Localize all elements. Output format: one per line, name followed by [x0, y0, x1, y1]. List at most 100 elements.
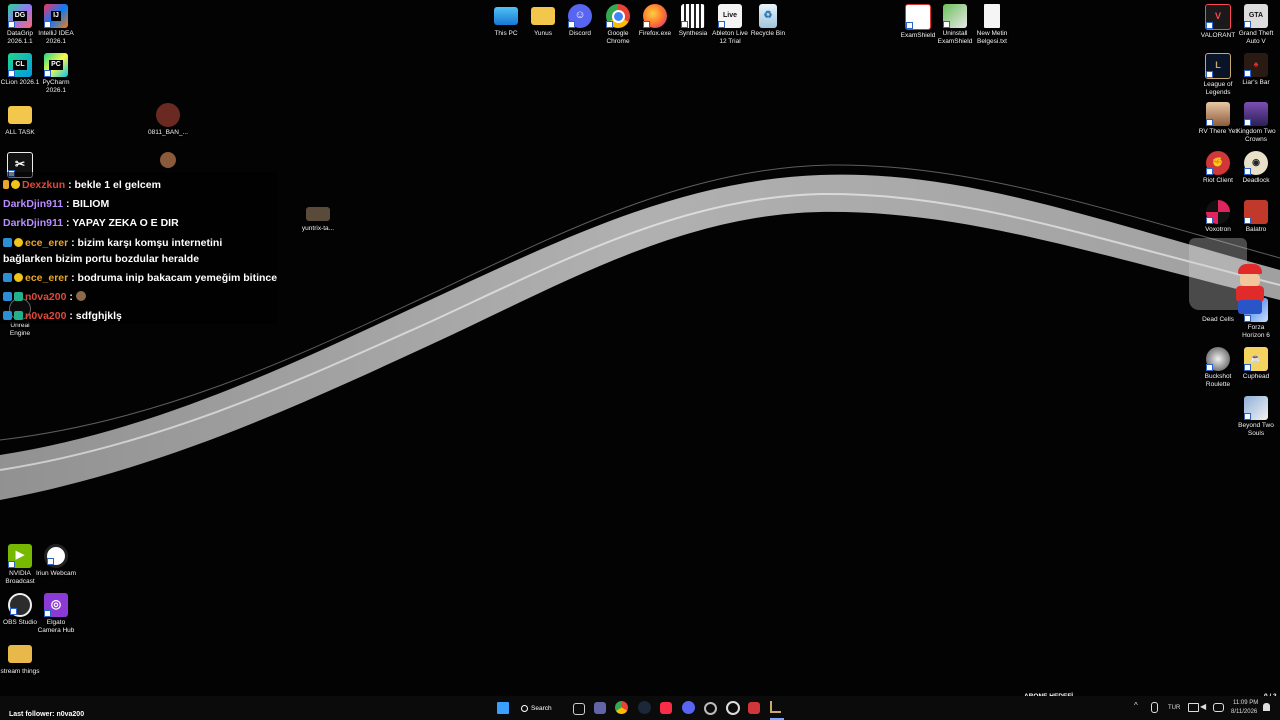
chevron-up-icon[interactable]: ^	[1134, 701, 1142, 710]
discord-taskbar-icon[interactable]	[682, 701, 695, 714]
desktop-icon-riot-client[interactable]: ✊ Riot Client	[1198, 151, 1238, 185]
desktop-icon-cuphead[interactable]: ☕ Cuphead	[1236, 347, 1276, 381]
clock-time[interactable]: 11:09 PM	[1233, 700, 1258, 706]
riot-icon: ✊	[1206, 151, 1230, 175]
desktop-icon-chrome[interactable]: Google Chrome	[598, 4, 638, 45]
desktop-icon-label: Riot Client	[1203, 177, 1233, 184]
task-view-icon[interactable]	[573, 703, 585, 715]
desktop-icon-valorant[interactable]: V VALORANT	[1198, 4, 1238, 40]
desktop-icon-new-metin-belgesi[interactable]: New Metin Belgesi.txt	[972, 4, 1012, 45]
desktop-icon-label: Iriun Webcam	[36, 570, 76, 577]
clion-icon: CL	[8, 53, 32, 77]
desktop-icon-label: Uninstall ExamShield	[937, 30, 973, 45]
desktop-icon-deadlock[interactable]: ◉ Deadlock	[1236, 151, 1276, 185]
desktop-icon-stream-things[interactable]: stream things	[0, 642, 40, 676]
desktop-icon-this-pc[interactable]: This PC	[486, 4, 526, 38]
desktop-icon-label: Google Chrome	[606, 30, 630, 45]
language-indicator[interactable]: TUR	[1168, 705, 1180, 711]
desktop-icon-kingdom[interactable]: Kingdom Two Crowns	[1236, 102, 1276, 143]
desktop-icon-synthesia[interactable]: Synthesia	[673, 4, 713, 38]
desktop-icon-label: PyCharm 2026.1	[42, 79, 70, 94]
obs-taskbar-icon[interactable]	[726, 701, 740, 715]
desktop-icon-label: ExamShield	[900, 32, 936, 39]
desktop-icon-label: 0811_BAN_...	[148, 129, 188, 136]
chat-username: DarkDjin911	[3, 217, 64, 229]
desktop-icon-label: NVIDIA Broadcast	[5, 570, 35, 585]
desktop-icon-iriun[interactable]: Iriun Webcam	[36, 544, 76, 578]
clock-date[interactable]: 8/11/2026	[1231, 709, 1257, 715]
volume-icon[interactable]: ◀	[1200, 702, 1210, 712]
desktop-icon-all-task[interactable]: ALL TASK	[0, 103, 40, 137]
crown-icon	[3, 180, 9, 189]
desktop-icon-firefox[interactable]: Firefox.exe	[635, 4, 675, 38]
chat-text: : BILIOM	[66, 198, 110, 210]
desktop-icon-examshield[interactable]: ExamShield	[898, 4, 938, 40]
intellij-icon: IJ	[44, 4, 68, 28]
desktop-icon-uninstall-examshield[interactable]: Uninstall ExamShield	[935, 4, 975, 45]
folder-icon	[8, 106, 32, 124]
prime-badge-icon	[3, 292, 12, 301]
network-icon[interactable]	[1213, 703, 1224, 712]
desktop-icon-label: VALORANT	[1200, 32, 1236, 39]
desktop-icon-buckshot[interactable]: Buckshot Roulette	[1198, 347, 1238, 388]
desktop-icon-balatro[interactable]: Balatro	[1236, 200, 1276, 234]
desktop-icon-label: Yunus	[533, 30, 553, 37]
desktop-icon-datagrip[interactable]: DG DataGrip 2026.1.1	[0, 4, 40, 45]
desktop-icon-label: Forza Horizon 6	[1242, 324, 1270, 339]
chat-username: n0va200	[25, 291, 67, 303]
discord-icon: ☺	[568, 4, 592, 28]
desktop-icon-obs[interactable]: OBS Studio	[0, 593, 40, 627]
nvidia-broadcast-icon: ▶	[8, 544, 32, 568]
music-icon[interactable]	[660, 702, 672, 714]
iriun-icon	[44, 544, 68, 568]
lol-taskbar-icon[interactable]	[770, 701, 781, 713]
liars-bar-icon: ♠	[1244, 53, 1268, 77]
prime-badge-icon	[3, 273, 12, 282]
desktop-icon-label: Ableton Live 12 Trial	[712, 30, 748, 45]
desktop-icon-recycle-bin[interactable]: ♻ Recycle Bin	[748, 4, 788, 38]
chat-message: n0va200 :	[3, 290, 88, 304]
elgato-icon: ◎	[44, 593, 68, 617]
taskbar-search-button[interactable]: Search	[521, 701, 565, 715]
settings-icon[interactable]	[704, 702, 717, 715]
desktop-icon-label: Firefox.exe	[638, 30, 672, 37]
desktop-icon-pycharm[interactable]: PC PyCharm 2026.1	[36, 53, 76, 94]
riot-taskbar-icon[interactable]	[748, 702, 760, 714]
chat-message: ece_erer : bodruma inip bakacam yemeğim …	[3, 271, 277, 285]
chat-username: ece_erer	[25, 272, 69, 284]
desktop-icon-yuntrix[interactable]: yuntrix-ta...	[298, 207, 338, 233]
desktop-icon-nvidia-broadcast[interactable]: ▶ NVIDIA Broadcast	[0, 544, 40, 585]
teams-icon[interactable]	[594, 702, 606, 714]
desktop-icon-voxotron[interactable]: Voxotron	[1198, 200, 1238, 234]
display-icon[interactable]	[1188, 703, 1199, 712]
desktop-icon-label: This PC	[494, 30, 518, 37]
desktop-icon-label: League of Legends	[1203, 81, 1233, 96]
desktop-icon-avatar-file[interactable]	[148, 152, 188, 170]
start-icon[interactable]	[497, 702, 509, 714]
search-label: Search	[531, 704, 552, 712]
desktop-icon-ableton[interactable]: Live Ableton Live 12 Trial	[710, 4, 750, 45]
desktop-icon-gta[interactable]: GTA Grand Theft Auto V	[1236, 4, 1276, 45]
desktop-icon-label: Liar's Bar	[1242, 79, 1270, 86]
chat-text: : bodruma inip bakacam yemeğim bitince	[71, 272, 278, 284]
desktop-icon-discord[interactable]: ☺ Discord	[560, 4, 600, 38]
chat-text: : sdfghjklş	[69, 310, 122, 322]
folder-icon	[8, 645, 32, 663]
desktop-icon-beyond-two-souls[interactable]: Beyond Two Souls	[1236, 396, 1276, 437]
game-badge-icon	[14, 311, 23, 320]
desktop-icon-clion[interactable]: CL CLion 2026.1	[0, 53, 40, 87]
desktop-icon-lol[interactable]: L League of Legends	[1198, 53, 1238, 96]
microphone-icon[interactable]	[1151, 702, 1158, 713]
steam-icon[interactable]	[638, 701, 651, 714]
desktop-icon-intellij[interactable]: IJ IntelliJ IDEA 2026.1	[36, 4, 76, 45]
deadlock-icon: ◉	[1244, 151, 1268, 175]
desktop-icon-0811-ban[interactable]: 0811_BAN_...	[148, 103, 188, 137]
desktop-icon-yunus[interactable]: Yunus	[523, 4, 563, 38]
chrome-taskbar-icon[interactable]	[615, 701, 628, 714]
desktop-icon-label: Elgato Camera Hub	[37, 619, 75, 634]
desktop-icon-rv-there-yet[interactable]: RV There Yet	[1198, 102, 1238, 136]
this-pc-icon	[494, 7, 518, 25]
notification-bell-icon[interactable]	[1263, 703, 1270, 711]
desktop-icon-elgato[interactable]: ◎ Elgato Camera Hub	[36, 593, 76, 634]
desktop-icon-liars-bar[interactable]: ♠ Liar's Bar	[1236, 53, 1276, 87]
